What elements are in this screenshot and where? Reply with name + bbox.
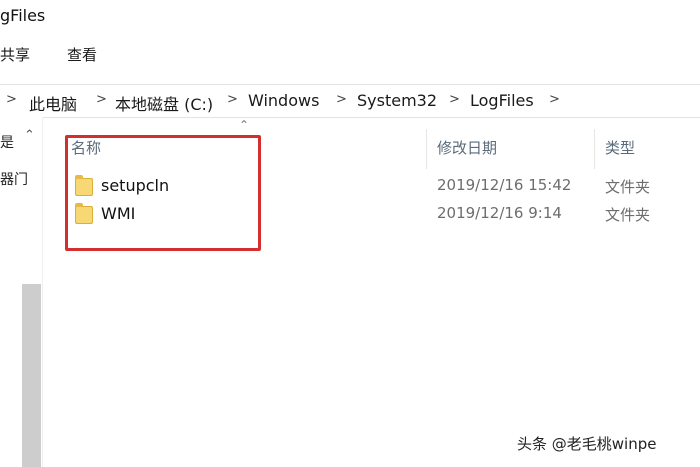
column-divider[interactable] [594, 129, 595, 169]
breadcrumb-system32[interactable]: System32 [357, 91, 437, 110]
nav-item[interactable]: 器门 [0, 169, 28, 189]
pane-divider [42, 117, 43, 467]
address-bar[interactable]: > 此电脑 > 本地磁盘 (C:) > Windows > System32 >… [0, 84, 700, 118]
column-type[interactable]: 类型 [605, 137, 635, 158]
nav-item[interactable]: 是 [0, 132, 14, 152]
chevron-right-icon[interactable]: > [96, 92, 107, 107]
breadcrumb-local-disk[interactable]: 本地磁盘 (C:) [115, 91, 213, 115]
chevron-right-icon[interactable]: > [549, 92, 560, 107]
file-modified: 2019/12/16 9:14 [437, 204, 562, 222]
chevron-right-icon[interactable]: > [336, 92, 347, 107]
watermark: 头条 @老毛桃winpe [517, 435, 657, 453]
file-type: 文件夹 [605, 206, 651, 224]
file-type: 文件夹 [605, 178, 651, 196]
nav-scrollbar-thumb[interactable] [22, 284, 41, 467]
breadcrumb-logfiles[interactable]: LogFiles [470, 91, 534, 110]
chevron-right-icon[interactable]: > [227, 92, 238, 107]
chevron-right-icon: > [6, 92, 17, 107]
breadcrumb-windows[interactable]: Windows [248, 91, 319, 110]
column-divider[interactable] [426, 129, 427, 169]
window-title: gFiles [0, 6, 46, 25]
chevron-right-icon[interactable]: > [449, 92, 460, 107]
breadcrumb-this-pc[interactable]: 此电脑 [29, 91, 77, 115]
file-modified: 2019/12/16 15:42 [437, 176, 572, 194]
column-modified[interactable]: 修改日期 [437, 137, 497, 158]
tab-view[interactable]: 查看 [67, 44, 97, 65]
scroll-up-icon[interactable]: ⌃ [24, 128, 35, 143]
highlight-box [65, 135, 261, 251]
tab-share[interactable]: 共享 [0, 44, 30, 65]
